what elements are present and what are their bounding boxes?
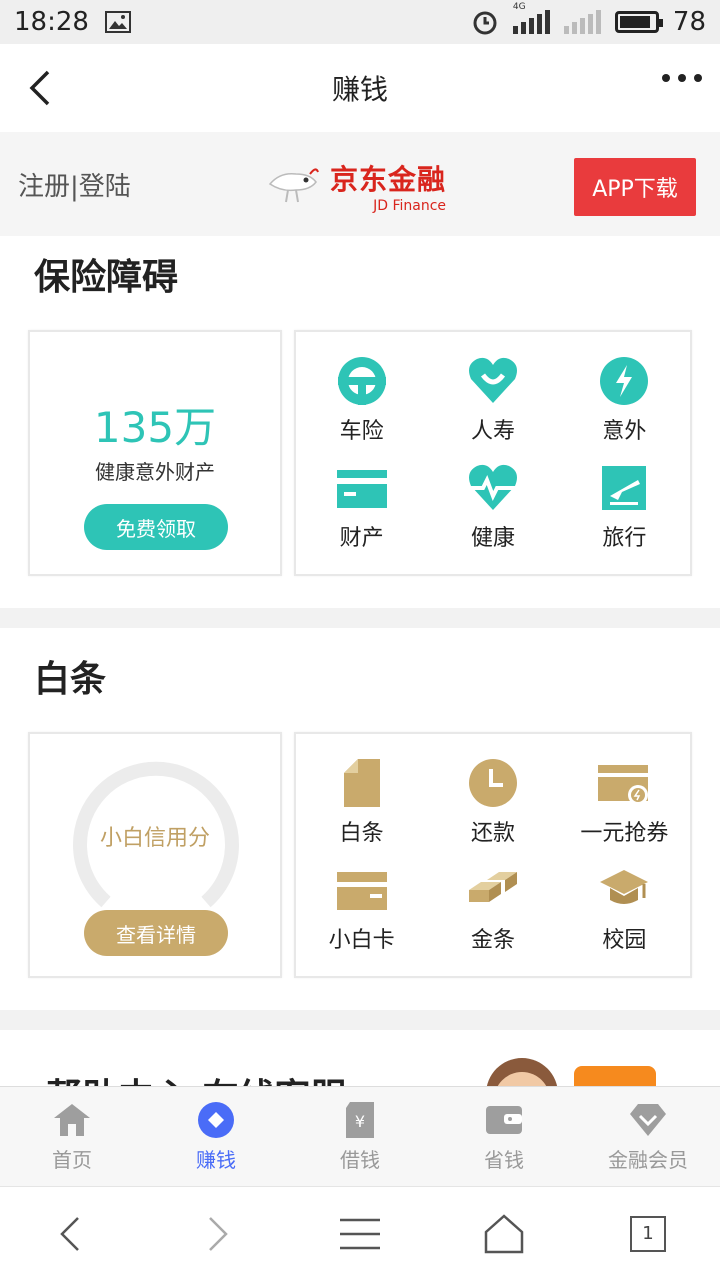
help-section: 帮助中心 在线客服 — [0, 1030, 720, 1090]
tab-count: 1 — [630, 1215, 666, 1252]
diamond-icon — [630, 1104, 666, 1136]
insurance-section: 保险障碍 135万 健康意外财产 免费领取 车险 人寿 意外 财产 健康 旅行 — [0, 236, 720, 608]
nav-back-button[interactable] — [42, 1204, 102, 1264]
lightning-icon — [600, 356, 649, 405]
plane-icon — [602, 465, 647, 510]
tab-earn[interactable]: 赚钱 — [144, 1087, 288, 1186]
insurance-item-travel[interactable]: 旅行 — [559, 453, 690, 560]
page-header: 赚钱 — [0, 44, 720, 132]
insurance-grid: 车险 人寿 意外 财产 健康 旅行 — [294, 330, 692, 576]
page-title: 赚钱 — [331, 73, 388, 106]
earn-icon — [198, 1102, 234, 1138]
baitiao-item-xiaobai-card[interactable]: 小白卡 — [296, 855, 427, 962]
baitiao-item-campus[interactable]: 校园 — [559, 855, 690, 962]
baitiao-item-repay[interactable]: 还款 — [427, 748, 558, 855]
insurance-item-car[interactable]: 车险 — [296, 346, 427, 453]
car-insurance-icon — [337, 356, 386, 405]
tab-borrow[interactable]: ¥ 借钱 — [288, 1087, 432, 1186]
gold-bar-icon — [468, 871, 517, 902]
signal-weak-icon — [563, 10, 601, 34]
health-heart-icon — [468, 464, 517, 510]
wallet-icon — [486, 1106, 522, 1134]
jd-dog-icon — [268, 168, 319, 203]
jd-finance-logo: 京东金融 JD Finance — [266, 158, 446, 214]
card-icon — [336, 871, 387, 910]
tab-member[interactable]: 金融会员 — [576, 1087, 720, 1186]
insurance-item-accident[interactable]: 意外 — [559, 346, 690, 453]
insurance-title: 保险障碍 — [34, 257, 179, 298]
insurance-item-life[interactable]: 人寿 — [427, 346, 558, 453]
chevron-left-icon — [60, 1216, 79, 1251]
chevron-right-icon — [209, 1216, 228, 1251]
battery-level: 78 — [672, 7, 706, 37]
home-icon — [54, 1104, 90, 1136]
status-time: 18:28 — [14, 7, 89, 37]
menu-icon — [340, 1218, 380, 1249]
credit-score-card[interactable]: 小白信用分 查看详情 — [28, 732, 282, 978]
service-avatar-icon — [486, 1058, 558, 1090]
insurance-claim-card[interactable]: 135万 健康意外财产 免费领取 — [28, 330, 282, 576]
jd-banner: 注册|登陆 京东金融 JD Finance APP下载 — [0, 132, 720, 236]
free-claim-button[interactable]: 免费领取 — [84, 504, 228, 550]
life-heart-icon — [468, 357, 517, 403]
login-link[interactable]: 注册|登陆 — [18, 166, 131, 203]
status-bar: 18:28 4G 78 — [0, 0, 720, 44]
tab-home[interactable]: 首页 — [0, 1087, 144, 1186]
view-details-button[interactable]: 查看详情 — [84, 910, 228, 956]
alarm-icon — [473, 11, 497, 35]
credit-score-label: 小白信用分 — [99, 826, 210, 851]
app-download-button[interactable]: APP下载 — [574, 158, 696, 216]
baitiao-item-jintiao[interactable]: 金条 — [427, 855, 558, 962]
baitiao-item-baitiao[interactable]: 白条 — [296, 748, 427, 855]
baitiao-grid: 白条 还款 一元抢券 小白卡 金条 校园 — [294, 732, 692, 978]
bottom-tab-bar: 首页 赚钱 ¥ 借钱 省钱 金融会员 — [0, 1086, 720, 1186]
insurance-amount-desc: 健康意外财产 — [95, 460, 215, 484]
tab-save[interactable]: 省钱 — [432, 1087, 576, 1186]
coupon-icon — [598, 764, 649, 805]
home-outline-icon — [484, 1213, 524, 1253]
graduation-cap-icon — [600, 869, 649, 904]
browser-nav-bar: 1 — [0, 1186, 720, 1280]
borrow-icon: ¥ — [346, 1102, 374, 1138]
back-icon[interactable] — [20, 66, 64, 110]
baitiao-title: 白条 — [34, 659, 107, 700]
nav-menu-button[interactable] — [330, 1204, 390, 1264]
clock-icon — [468, 758, 517, 807]
svg-text:¥: ¥ — [355, 1112, 365, 1131]
baitiao-section: 白条 小白信用分 查看详情 白条 还款 一元抢券 小白卡 金条 校园 — [0, 628, 720, 1010]
image-notification-icon — [104, 11, 131, 33]
signal-4g-icon: 4G — [512, 2, 550, 34]
more-icon[interactable] — [662, 74, 702, 82]
insurance-item-property[interactable]: 财产 — [296, 453, 427, 560]
insurance-item-health[interactable]: 健康 — [427, 453, 558, 560]
card-icon — [336, 469, 387, 508]
nav-forward-button[interactable] — [186, 1204, 246, 1264]
nav-home-button[interactable] — [474, 1204, 534, 1264]
nav-tabs-button[interactable]: 1 — [618, 1204, 678, 1264]
document-icon — [343, 758, 380, 807]
battery-icon — [614, 11, 663, 33]
insurance-amount: 135万 — [93, 403, 217, 452]
baitiao-item-coupon[interactable]: 一元抢券 — [559, 748, 690, 855]
